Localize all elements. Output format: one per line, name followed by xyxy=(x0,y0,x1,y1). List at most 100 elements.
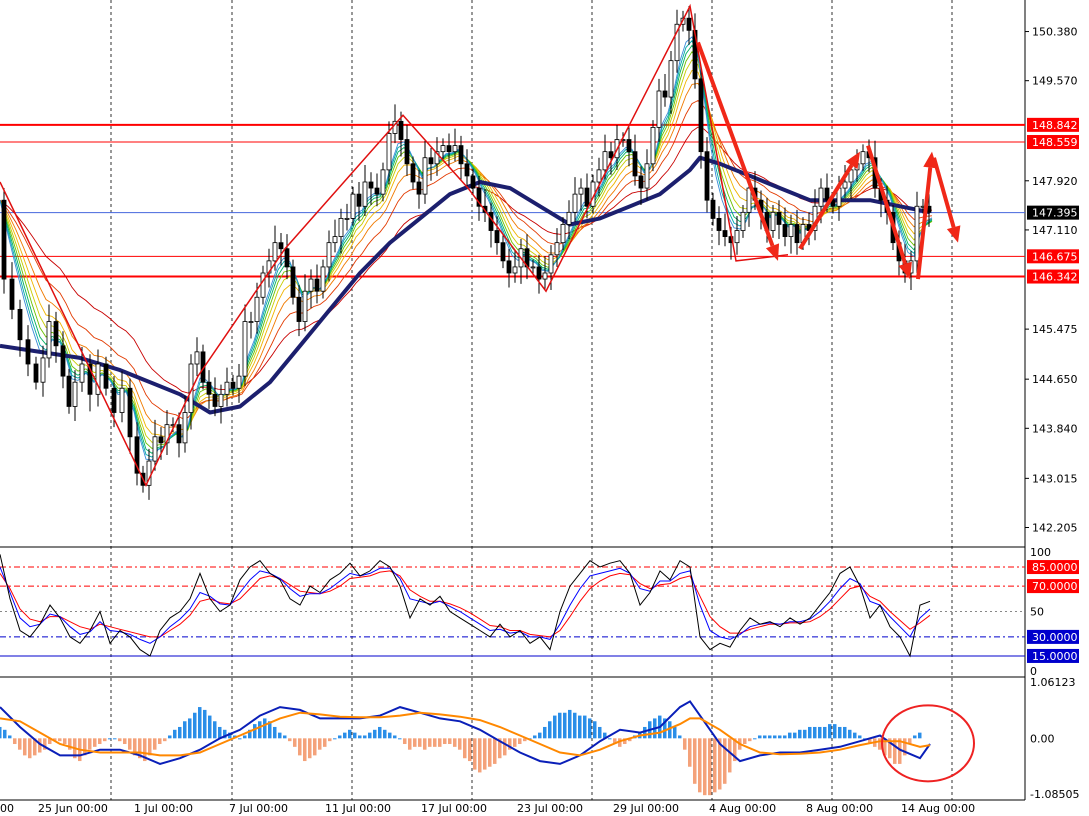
macd-histogram-bar xyxy=(558,712,562,739)
x-tick-label: 17 Jul 00:00 xyxy=(421,802,487,815)
macd-histogram-bar xyxy=(298,738,302,756)
candle-body xyxy=(704,151,710,201)
macd-histogram-bar xyxy=(813,726,817,739)
macd-histogram-bar xyxy=(183,721,187,739)
candle-body xyxy=(542,272,548,280)
candle-body xyxy=(326,242,332,268)
macd-histogram-bar xyxy=(518,738,522,745)
macd-histogram-bar xyxy=(858,735,862,739)
macd-histogram-bar xyxy=(783,735,787,739)
candle-body xyxy=(206,381,212,395)
x-tick-label: 7 Jul 00:00 xyxy=(229,802,288,815)
macd-histogram-bar xyxy=(323,738,327,747)
macd-histogram-bar xyxy=(808,726,812,739)
candle-body xyxy=(458,145,464,165)
macd-histogram-bar xyxy=(538,732,542,739)
candle-body xyxy=(662,90,668,98)
arrow-shaft xyxy=(798,164,854,250)
candle-body xyxy=(9,278,15,310)
ribbon-ma-line xyxy=(0,59,933,443)
candle-body xyxy=(272,242,278,262)
candle-body xyxy=(1,199,7,280)
candle-body xyxy=(770,211,776,231)
macd-histogram-bar xyxy=(28,738,32,759)
y-tick-label: 142.205 xyxy=(1032,521,1078,534)
candle-body xyxy=(356,193,362,207)
macd-histogram-bar xyxy=(243,735,247,739)
stochastic-panel xyxy=(0,554,1025,658)
candle-body xyxy=(776,211,782,225)
candle-body xyxy=(656,90,662,128)
macd-histogram-bar xyxy=(463,738,467,759)
candle-body xyxy=(860,151,866,165)
candle-body xyxy=(584,187,590,207)
macd-histogram-bar xyxy=(88,738,92,750)
candle-body xyxy=(72,381,78,407)
candle-body xyxy=(506,260,512,274)
candle-body xyxy=(398,120,404,140)
candle-body xyxy=(248,321,254,323)
macd-histogram-bar xyxy=(363,735,367,739)
macd-histogram-bar xyxy=(338,735,342,739)
candle-body xyxy=(111,387,117,413)
candle-body xyxy=(338,217,344,237)
macd-histogram-bar xyxy=(768,735,772,739)
stoch-level-label: 30.0000 xyxy=(1032,631,1078,644)
macd-histogram-bar xyxy=(553,715,557,739)
candle-body xyxy=(40,357,46,383)
macd-tick-label: 0.00 xyxy=(1030,732,1055,745)
candle-body xyxy=(788,224,794,237)
candle-body xyxy=(440,145,446,153)
candle-body xyxy=(572,193,578,213)
thick-ma-line xyxy=(0,155,931,415)
y-tick-label: 145.475 xyxy=(1032,323,1078,336)
macd-histogram-bar xyxy=(488,738,492,767)
macd-histogram-bar xyxy=(853,732,857,739)
macd-histogram-bar xyxy=(818,726,822,739)
candle-body xyxy=(698,78,704,153)
macd-histogram-bar xyxy=(493,738,497,764)
candle-body xyxy=(33,363,39,383)
candle-body xyxy=(320,266,326,292)
arrow-head xyxy=(946,225,961,243)
macd-histogram-bar xyxy=(448,738,452,745)
candle-body xyxy=(278,242,284,250)
macd-histogram-bar xyxy=(343,732,347,739)
macd-histogram-bar xyxy=(678,735,682,739)
macd-histogram-bar xyxy=(213,721,217,739)
macd-histogram-bar xyxy=(563,712,567,739)
candle-body xyxy=(17,308,23,341)
macd-histogram-bar xyxy=(253,724,257,739)
chart-canvas: 150.380 149.570 148.842 148.559 147.920 147.3… xyxy=(0,0,1079,815)
candle-body xyxy=(386,133,392,171)
candle-body xyxy=(416,181,422,195)
macd-histogram-bar xyxy=(383,729,387,739)
candle-body xyxy=(650,127,656,165)
macd-histogram-bar xyxy=(803,729,807,739)
candle-body xyxy=(60,345,66,377)
candle-body xyxy=(332,236,338,244)
candle-body xyxy=(212,393,218,407)
stoch-series-line xyxy=(0,570,931,638)
macd-histogram-bar xyxy=(773,735,777,739)
candle-body xyxy=(782,224,788,237)
candle-body xyxy=(79,363,85,383)
macd-histogram-bar xyxy=(413,738,417,747)
candle-body xyxy=(242,321,248,377)
candle-body xyxy=(494,230,500,244)
macd-histogram-bar xyxy=(238,738,242,740)
macd-histogram-bar xyxy=(178,726,182,739)
candle-body xyxy=(710,199,716,219)
y-tick-label: 147.920 xyxy=(1032,175,1078,188)
macd-histogram-bar xyxy=(543,726,547,739)
macd-histogram-bar xyxy=(203,709,207,739)
candle-body xyxy=(422,157,428,195)
candle-body xyxy=(470,175,476,189)
candle-body xyxy=(596,169,602,183)
candle-body xyxy=(368,181,374,189)
macd-histogram-bar xyxy=(318,738,322,750)
macd-histogram-bar xyxy=(288,738,292,742)
candle-body xyxy=(176,424,182,444)
candle-body xyxy=(512,266,518,274)
candle-body xyxy=(158,436,164,444)
